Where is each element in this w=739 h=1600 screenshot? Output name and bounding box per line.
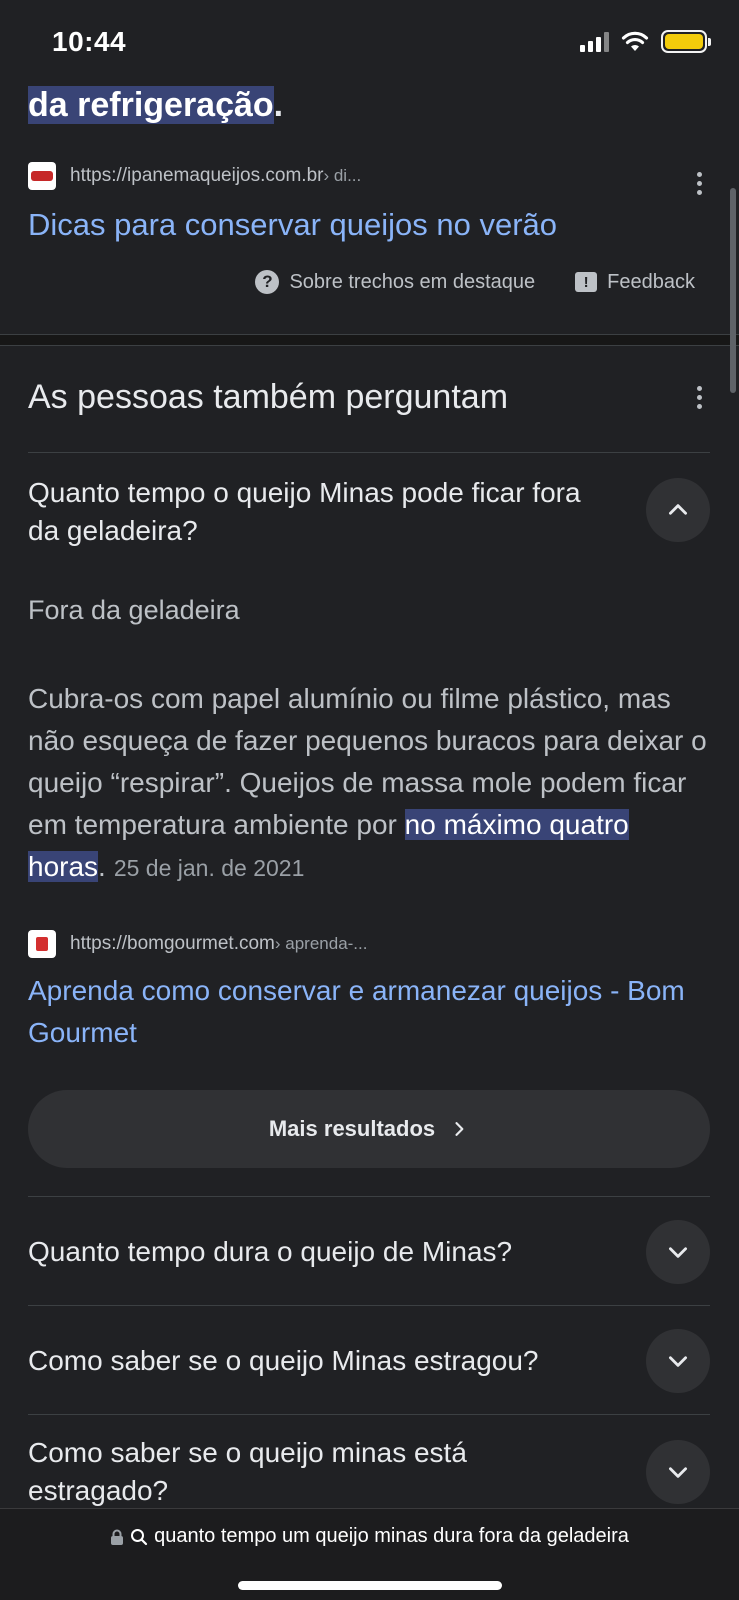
paa-question-2[interactable]: Como saber se o queijo Minas estragou? [28, 1342, 588, 1380]
answer-date: 25 de jan. de 2021 [113, 855, 305, 881]
featured-snippet-tail: da refrigeração. [28, 82, 283, 128]
snippet-source-path: › di... [323, 166, 362, 185]
snippet-footer: ? Sobre trechos em destaque ! Feedback [255, 270, 695, 294]
snippet-more-options-icon[interactable] [695, 172, 703, 195]
divider [28, 1414, 710, 1415]
status-bar: 10:44 [0, 0, 739, 88]
battery-icon [661, 30, 711, 53]
paa-more-options-icon[interactable] [695, 386, 703, 409]
answer-source[interactable]: https://bomgourmet.com › aprenda-... [28, 930, 367, 958]
expand-button-1[interactable] [646, 1220, 710, 1284]
chevron-right-icon [455, 1122, 464, 1136]
paa-question-expanded[interactable]: Quanto tempo o queijo Minas pode ficar f… [28, 474, 588, 550]
home-indicator[interactable] [238, 1581, 502, 1590]
search-icon [131, 1528, 148, 1545]
status-icons [580, 30, 711, 53]
answer-heading: Fora da geladeira [28, 595, 240, 625]
answer-end: . [98, 851, 106, 882]
lock-icon [111, 1529, 124, 1545]
answer-text: Cubra-os com papel alumínio ou filme plá… [28, 678, 708, 889]
snippet-tail-end: . [273, 86, 284, 124]
chevron-down-icon [669, 1247, 687, 1258]
collapse-button[interactable] [646, 478, 710, 542]
chevron-down-icon [669, 1356, 687, 1367]
about-featured-snippets-label: Sobre trechos em destaque [289, 270, 536, 293]
snippet-source-url: https://ipanemaqueijos.com.br [70, 165, 324, 186]
feedback-button[interactable]: ! Feedback [575, 271, 695, 294]
answer-source-url: https://bomgourmet.com [70, 933, 275, 954]
wifi-icon [621, 31, 649, 51]
answer-source-path: › aprenda-... [274, 934, 368, 953]
chevron-down-icon [669, 1467, 687, 1478]
divider [28, 1196, 710, 1197]
divider [28, 1305, 710, 1306]
answer-link-title[interactable]: Aprenda como conservar e armanezar queij… [28, 970, 708, 1054]
address-bar[interactable]: quanto tempo um queijo minas dura fora d… [0, 1525, 739, 1548]
cellular-signal-icon [580, 31, 609, 52]
about-featured-snippets-button[interactable]: ? Sobre trechos em destaque [255, 270, 535, 294]
paa-question-1[interactable]: Quanto tempo dura o queijo de Minas? [28, 1233, 588, 1271]
ipanema-favicon-icon [28, 162, 56, 190]
scrollbar[interactable] [730, 188, 736, 393]
status-time: 10:44 [52, 26, 127, 57]
expand-button-2[interactable] [646, 1329, 710, 1393]
browser-bottom-bar: quanto tempo um queijo minas dura fora d… [0, 1508, 739, 1600]
feedback-icon: ! [575, 272, 598, 292]
bomgourmet-favicon-icon [28, 930, 56, 958]
more-results-label: Mais resultados [268, 1116, 436, 1141]
more-results-button[interactable]: Mais resultados [28, 1090, 710, 1168]
divider [28, 452, 710, 453]
section-separator [0, 334, 739, 346]
chevron-up-icon [669, 504, 687, 515]
snippet-source[interactable]: https://ipanemaqueijos.com.br › di... [28, 162, 361, 190]
people-also-ask-title: As pessoas também perguntam [28, 378, 509, 416]
snippet-highlight: da refrigeração [28, 86, 274, 124]
address-bar-query: quanto tempo um queijo minas dura fora d… [154, 1525, 629, 1547]
snippet-link-title[interactable]: Dicas para conservar queijos no verão [28, 204, 557, 246]
paa-question-3[interactable]: Como saber se o queijo minas está estrag… [28, 1434, 608, 1510]
feedback-label: Feedback [607, 270, 695, 293]
expand-button-3[interactable] [646, 1440, 710, 1504]
help-icon: ? [255, 270, 280, 294]
